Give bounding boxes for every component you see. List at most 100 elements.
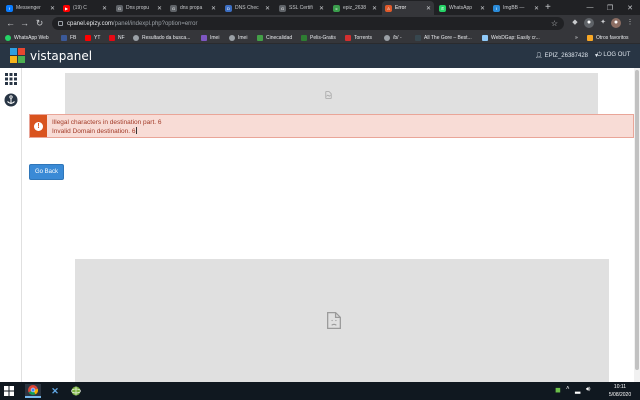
youtube-icon (85, 35, 91, 41)
restore-button[interactable]: ❐ (600, 0, 620, 15)
bookmark-pelis-gratis[interactable]: Pelis-Gratis (301, 33, 336, 43)
taskbar-chrome[interactable] (25, 384, 41, 398)
clock-time: 10:11 (613, 384, 627, 390)
google-icon: G (279, 4, 286, 12)
close-tab-icon[interactable]: ✕ (265, 5, 270, 12)
close-tab-icon[interactable]: ✕ (102, 5, 107, 12)
address-bar[interactable]: cpanel.epizy.com/panel/indexpl.php?optio… (52, 17, 564, 30)
bookmark-label: All The Gore – Best... (424, 35, 472, 41)
tab-dns-propa[interactable]: G dns propa ✕ (167, 1, 219, 15)
bookmark-label: /b/ - (393, 35, 402, 41)
tray-chevron-up-icon[interactable]: ˄ (566, 386, 570, 392)
error-message-1: Illegal characters in destination part. … (52, 119, 162, 126)
error-page-icon: ⚠ (385, 4, 392, 12)
close-tab-icon[interactable]: ✕ (211, 5, 216, 12)
tray-network-icon[interactable]: ▂ (575, 386, 580, 394)
bookmark-torrents[interactable]: Torrents (345, 33, 372, 43)
extensions-puzzle-icon[interactable]: ✦ (598, 18, 608, 28)
tab-error[interactable]: ⚠ Error ✕ (382, 1, 434, 15)
taskbar-x-app[interactable]: ✕ (47, 384, 63, 398)
close-tab-icon[interactable]: ✕ (372, 5, 377, 12)
tab-dns-check[interactable]: D DNS Chec ✕ (222, 1, 273, 15)
tab-title: Dns propu (126, 5, 150, 11)
globe-app-icon (71, 386, 81, 396)
whatsapp-icon: ✆ (439, 4, 446, 12)
bookmark-imei-1[interactable]: Imei (201, 33, 219, 43)
close-window-button[interactable]: ✕ (620, 0, 640, 15)
user-icon: 👤︎ (535, 53, 543, 59)
close-tab-icon[interactable]: ✕ (534, 5, 539, 12)
site-icon (415, 35, 421, 41)
forward-arrow-icon[interactable]: → (18, 17, 31, 30)
tab-title: Messenger (16, 5, 41, 11)
tab-youtube[interactable]: ▶ (19) C ✕ (60, 1, 110, 15)
close-tab-icon[interactable]: ✕ (480, 5, 485, 12)
profile-avatar-icon[interactable]: ● (584, 18, 594, 28)
tab-whatsapp[interactable]: ✆ WhatsApp ✕ (436, 1, 488, 15)
extension-icon[interactable]: ◆ (570, 18, 580, 28)
tab-dns-propu[interactable]: G Dns propu ✕ (113, 1, 165, 15)
close-tab-icon[interactable]: ✕ (157, 5, 162, 12)
bookmark-otros-favoritos[interactable]: Otros favoritos (587, 33, 629, 43)
tab-title: DNS Chec (235, 5, 259, 11)
menu-kebab-icon[interactable]: ⋮ (625, 18, 635, 28)
tray-green-icon[interactable]: ◼ (555, 386, 561, 394)
tab-epiz[interactable]: c epiz_2638 ✕ (330, 1, 380, 15)
close-tab-icon[interactable]: ✕ (426, 5, 431, 12)
tab-messenger[interactable]: f Messenger ✕ (3, 1, 58, 15)
error-message-2-text: Invalid Domain destination. 6 (52, 128, 136, 135)
grid-menu-icon[interactable] (4, 72, 18, 86)
bookmark-label: Resultado da busca... (142, 35, 191, 41)
taskbar-globe-app[interactable] (68, 384, 84, 398)
reload-icon[interactable]: ↻ (33, 17, 46, 30)
minimize-button[interactable]: — (580, 0, 600, 15)
bookmark-whatsapp-web[interactable]: WhatsApp Web (5, 33, 49, 43)
close-tab-icon[interactable]: ✕ (319, 5, 324, 12)
new-tab-button[interactable]: + (545, 1, 551, 14)
messenger-icon: f (6, 4, 13, 12)
google-icon: G (116, 4, 123, 12)
bookmark-label: Torrents (354, 35, 373, 41)
bookmark-fb[interactable]: FB (61, 33, 76, 43)
bookmark-cinecalidad[interactable]: Cinecalidad (257, 33, 292, 43)
bookmarks-bar: WhatsApp Web FB YT NF Resultado da busca… (0, 32, 640, 44)
bookmark-nf[interactable]: NF (109, 33, 125, 43)
close-tab-icon[interactable]: ✕ (50, 5, 55, 12)
user-menu[interactable]: 👤︎ EPIZ_26387428 ▼ (535, 52, 599, 60)
pelis-icon (301, 35, 307, 41)
bookmark-all-the-gore[interactable]: All The Gore – Best... (415, 33, 472, 43)
tray-volume-icon[interactable]: 🔊︎ (586, 386, 590, 394)
tab-imgbb[interactable]: I ImgBB — ✕ (490, 1, 542, 15)
chrome-icon (28, 385, 38, 395)
bookmark-resultado[interactable]: Resultado da busca... (133, 33, 190, 43)
account-icon[interactable]: ● (611, 18, 621, 28)
vistapanel-header: vistapanel 👤︎ EPIZ_26387428 ▼ ⏻ LOG OUT (0, 44, 640, 68)
tab-ssl-certificate[interactable]: G SSL Certifi ✕ (276, 1, 327, 15)
tab-title: ImgBB — (503, 5, 525, 11)
page-scrollbar[interactable] (634, 68, 640, 382)
bookmark-star-icon[interactable]: ☆ (551, 19, 558, 28)
more-bookmarks-button[interactable]: » (575, 33, 578, 43)
tab-title: WhatsApp (449, 5, 473, 11)
top-ad-frame (65, 73, 598, 116)
bookmark-webdgap[interactable]: WebDGap: Easily cr... (482, 33, 540, 43)
alert-icon-box: ! (30, 115, 47, 137)
bookmark-yt[interactable]: YT (85, 33, 100, 43)
windows-start-icon[interactable] (4, 386, 14, 396)
anchor-icon[interactable] (4, 93, 18, 107)
tab-title: dns propa (180, 5, 203, 11)
go-back-button[interactable]: Go Back (29, 164, 64, 180)
facebook-icon (61, 35, 67, 41)
bookmark-b[interactable]: /b/ - (384, 33, 402, 43)
imei-icon (201, 35, 207, 41)
back-arrow-icon[interactable]: ← (4, 17, 17, 30)
taskbar-clock[interactable]: 10:11 5/08/2020 (605, 383, 635, 399)
vistapanel-logo[interactable]: vistapanel (10, 48, 92, 64)
logout-link[interactable]: ⏻ LOG OUT (597, 52, 630, 59)
vistapanel-logo-icon (10, 48, 26, 64)
bookmark-imei-2[interactable]: Imei (229, 33, 247, 43)
error-message-2: Invalid Domain destination. 6 (52, 127, 138, 135)
clock-date: 5/08/2020 (608, 392, 632, 398)
sad-file-icon (327, 311, 341, 330)
scrollbar-thumb[interactable] (635, 70, 639, 370)
